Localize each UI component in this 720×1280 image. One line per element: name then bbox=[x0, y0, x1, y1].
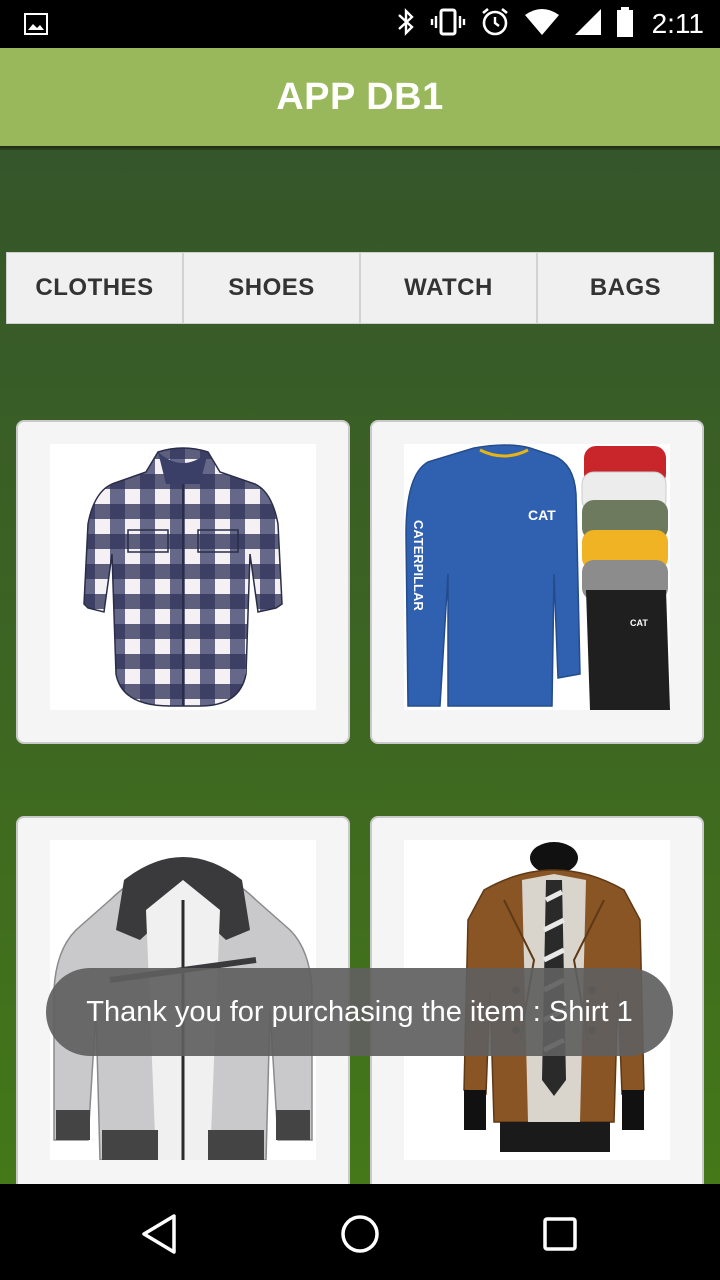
image-icon bbox=[24, 12, 48, 41]
svg-text:CAT: CAT bbox=[528, 507, 556, 523]
tab-bags[interactable]: BAGS bbox=[538, 253, 713, 323]
product-card-1[interactable] bbox=[16, 420, 350, 744]
tab-shoes[interactable]: SHOES bbox=[184, 253, 361, 323]
plaid-shirt-image[interactable] bbox=[50, 444, 316, 710]
product-card-2[interactable]: CAT CAT CATERPILLAR bbox=[370, 420, 704, 744]
cat-sweatshirt-image[interactable]: CAT CAT CATERPILLAR bbox=[404, 444, 670, 710]
system-nav-bar bbox=[0, 1184, 720, 1280]
battery-icon bbox=[616, 6, 634, 42]
status-time: 2:11 bbox=[651, 8, 704, 39]
cell-signal-icon bbox=[574, 8, 602, 41]
app-title: APP DB1 bbox=[276, 75, 444, 118]
tab-clothes[interactable]: CLOTHES bbox=[7, 253, 184, 323]
svg-text:CAT: CAT bbox=[630, 618, 648, 628]
svg-text:CATERPILLAR: CATERPILLAR bbox=[411, 520, 426, 611]
back-icon[interactable] bbox=[138, 1212, 182, 1256]
purchase-toast: Thank you for purchasing the item : Shir… bbox=[46, 968, 673, 1056]
home-icon[interactable] bbox=[338, 1212, 382, 1256]
bluetooth-icon bbox=[396, 7, 416, 42]
tab-watch[interactable]: WATCH bbox=[361, 253, 538, 323]
category-tabs: CLOTHES SHOES WATCH BAGS bbox=[6, 252, 714, 324]
wifi-icon bbox=[524, 8, 560, 41]
recents-icon[interactable] bbox=[538, 1212, 582, 1256]
vibrate-icon bbox=[430, 8, 466, 41]
main-content: CLOTHES SHOES WATCH BAGS CAT CAT CATERPI… bbox=[0, 150, 720, 1184]
app-bar: APP DB1 bbox=[0, 48, 720, 146]
alarm-icon bbox=[480, 7, 510, 42]
status-bar: 2:11 bbox=[0, 0, 720, 48]
